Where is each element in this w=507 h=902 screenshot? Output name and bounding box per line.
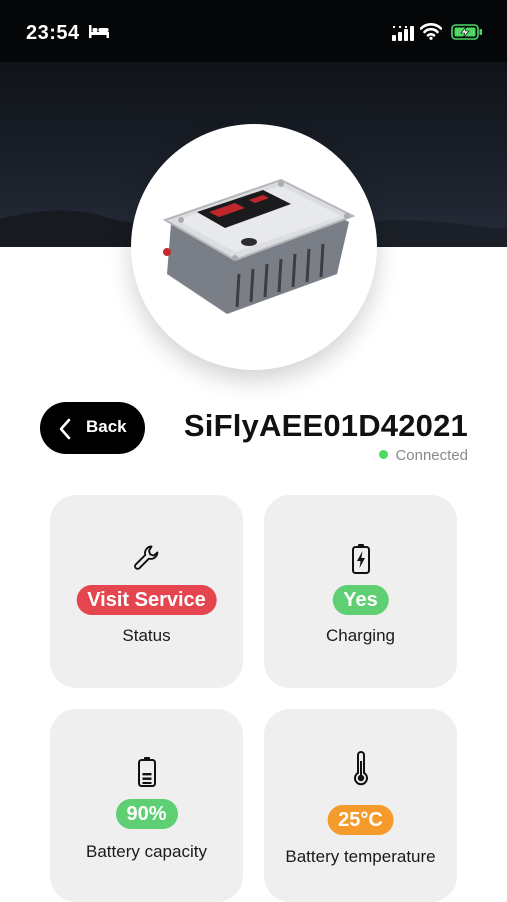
battery-icon	[136, 756, 158, 793]
status-card[interactable]: Visit Service Status	[50, 495, 243, 688]
charging-value-badge: Yes	[332, 585, 389, 615]
battery-charging-icon	[451, 24, 483, 45]
chevron-left-icon	[58, 418, 72, 445]
wrench-icon	[132, 543, 162, 578]
battery-temperature-label: Battery temperature	[285, 847, 436, 866]
charging-label: Charging	[326, 626, 395, 645]
battery-temperature-card[interactable]: 25°C Battery temperature	[264, 709, 457, 902]
battery-capacity-value-badge: 90%	[115, 799, 178, 829]
status-bar: 23:54	[0, 0, 507, 62]
wifi-icon	[419, 22, 443, 45]
status-value-badge: Visit Service	[76, 585, 217, 615]
connection-status: Connected	[379, 447, 468, 464]
device-name: SiFlyAEE01D42021	[183, 408, 468, 443]
bed-icon	[88, 23, 110, 44]
battery-capacity-label: Battery capacity	[86, 842, 207, 861]
battery-capacity-card[interactable]: 90% Battery capacity	[50, 709, 243, 902]
back-button-label: Back	[86, 417, 127, 436]
status-time: 23:54	[26, 22, 80, 44]
connection-indicator	[379, 450, 389, 459]
status-label: Status	[122, 626, 171, 645]
battery-charging-icon	[350, 543, 372, 580]
charging-card[interactable]: Yes Charging	[264, 495, 457, 688]
back-button[interactable]: Back	[40, 402, 145, 454]
battery-temperature-value-badge: 25°C	[327, 805, 394, 835]
connection-status-text: Connected	[395, 447, 468, 464]
signal-icon	[392, 25, 416, 46]
product-image	[131, 124, 377, 370]
thermometer-icon	[352, 751, 370, 792]
